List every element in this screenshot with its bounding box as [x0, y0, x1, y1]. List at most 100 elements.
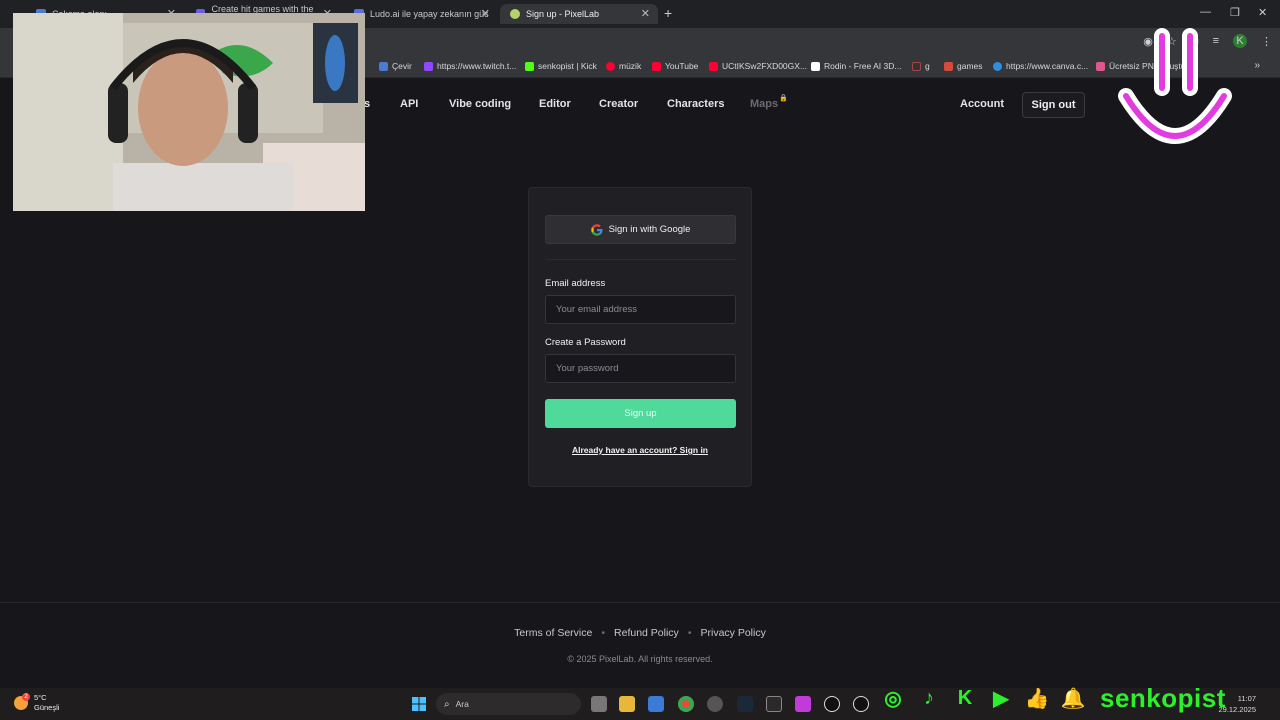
youtube-icon: [652, 61, 661, 71]
bookmark-item[interactable]: Rodin - Free AI 3D...: [811, 61, 901, 71]
unreal-engine-icon[interactable]: [824, 696, 840, 712]
chrome-icon[interactable]: [678, 696, 694, 712]
sign-up-button[interactable]: Sign up: [545, 399, 736, 428]
epic-games-icon[interactable]: [766, 696, 782, 712]
bookmark-item[interactable]: https://www.canva.c...: [993, 61, 1088, 71]
bookmark-item[interactable]: Çevir: [379, 61, 412, 71]
youtube-music-icon: [606, 61, 615, 71]
lock-icon: 🔒: [779, 95, 788, 102]
app-icon[interactable]: [707, 696, 723, 712]
bookmark-item[interactable]: senkopist | Kick: [525, 61, 597, 71]
games-icon: [944, 61, 953, 71]
signup-card: Sign in with Google Email address Create…: [528, 187, 752, 487]
sign-in-link[interactable]: Already have an account? Sign in: [529, 445, 751, 455]
search-icon: ⌕: [444, 698, 450, 710]
nav-item-api[interactable]: API: [400, 98, 418, 110]
bookmark-item[interactable]: https://www.twitch.t...: [424, 61, 516, 71]
refund-link[interactable]: Refund Policy: [614, 627, 679, 639]
tiktok-icon: ♪: [924, 687, 934, 709]
email-label: Email address: [545, 278, 606, 289]
footer-links: Terms of Service • Refund Policy • Priva…: [0, 627, 1280, 639]
bookmark-label: Rodin - Free AI 3D...: [824, 61, 902, 71]
tab-close-icon[interactable]: ✕: [641, 7, 650, 20]
weather-temp: 5°C: [34, 693, 47, 702]
email-field[interactable]: [545, 295, 736, 324]
canva-icon: [993, 61, 1002, 71]
steam-icon[interactable]: [737, 696, 753, 712]
bookmark-item[interactable]: g: [912, 61, 930, 71]
terms-link[interactable]: Terms of Service: [514, 627, 592, 639]
bookmark-label: games: [957, 61, 983, 71]
bookmark-label: YouTube: [665, 61, 699, 71]
password-label: Create a Password: [545, 337, 626, 348]
browser-tab-active[interactable]: Sign up - PixelLab ✕: [500, 4, 658, 24]
youtube-icon: [709, 61, 718, 71]
bell-icon: 🔔: [1060, 688, 1086, 710]
bookmark-label: UCtIKSw2FXD00GX...: [722, 61, 808, 71]
bookmark-label: https://www.canva.c...: [1006, 61, 1089, 71]
separator-dot: •: [687, 627, 692, 639]
bookmark-label: https://www.twitch.t...: [437, 61, 517, 71]
google-icon: [590, 223, 603, 236]
tab-label: Ludo.ai ile yapay zekanın gücüyle...: [370, 9, 488, 19]
ki-icon: [912, 61, 921, 71]
nav-item-editor[interactable]: Editor: [539, 98, 571, 110]
sun-icon: 2: [14, 693, 30, 710]
task-view-icon[interactable]: [591, 696, 607, 712]
window-close-icon[interactable]: ✕: [1258, 6, 1267, 19]
unreal-engine-icon[interactable]: [853, 696, 869, 712]
sign-out-button[interactable]: Sign out: [1022, 92, 1085, 118]
tab-close-icon[interactable]: ✕: [481, 7, 490, 20]
minimize-icon[interactable]: —: [1200, 6, 1211, 18]
channel-name: senkopist: [1100, 683, 1226, 713]
twitch-icon: [424, 61, 433, 71]
account-link[interactable]: Account: [960, 98, 1004, 110]
bookmark-item[interactable]: müzik: [606, 61, 641, 71]
copyright-text: © 2025 PixelLab. All rights reserved.: [567, 654, 713, 664]
search-label: Ara: [455, 699, 469, 709]
file-explorer-icon[interactable]: [619, 696, 635, 712]
bookmark-label: senkopist | Kick: [538, 61, 597, 71]
notification-badge: 2: [22, 693, 30, 701]
separator-dot: •: [601, 627, 606, 639]
maximize-icon[interactable]: ❐: [1230, 6, 1240, 19]
divider: [545, 259, 736, 260]
new-tab-icon[interactable]: +: [664, 5, 672, 21]
nav-item-creator[interactable]: Creator: [599, 98, 638, 110]
footer-divider: [0, 602, 1280, 603]
kick-icon: K: [957, 687, 973, 709]
social-overlay: ◎ ♪ K ▶ 👍 🔔 senkopist: [880, 683, 1226, 714]
nav-item-maps[interactable]: Maps: [750, 98, 778, 110]
app-icon[interactable]: [795, 696, 811, 712]
bookmark-label: g: [925, 61, 930, 71]
nav-item-vibe-coding[interactable]: Vibe coding: [449, 98, 511, 110]
store-icon[interactable]: [648, 696, 664, 712]
bookmark-item[interactable]: YouTube: [652, 61, 698, 71]
google-signin-button[interactable]: Sign in with Google: [545, 215, 736, 244]
menu-icon[interactable]: ⋮: [1261, 35, 1272, 48]
google-signin-label: Sign in with Google: [608, 224, 691, 235]
weather-widget[interactable]: 2 5°C Güneşli: [14, 693, 59, 713]
privacy-link[interactable]: Privacy Policy: [701, 627, 766, 639]
taskbar-search[interactable]: ⌕ Ara: [436, 693, 581, 715]
rodin-icon: [811, 61, 820, 71]
pixellab-favicon-icon: [510, 9, 520, 19]
bookmarks-overflow-icon[interactable]: »: [1254, 60, 1260, 71]
tab-label: Sign up - PixelLab: [526, 9, 600, 19]
png-icon: [1096, 61, 1105, 71]
password-field[interactable]: [545, 354, 736, 383]
bookmark-item[interactable]: games: [944, 61, 983, 71]
webcam-feed-image: [13, 13, 365, 211]
windows-start-icon[interactable]: [411, 696, 427, 712]
bookmark-label: müzik: [619, 61, 642, 71]
bookmark-item[interactable]: UCtIKSw2FXD00GX...: [709, 61, 807, 71]
webcam-overlay: [13, 13, 365, 211]
bookmark-label: Çevir: [392, 61, 412, 71]
smiley-overlay-icon: [1118, 28, 1232, 144]
browser-tab[interactable]: Ludo.ai ile yapay zekanın gücüyle... ✕: [344, 4, 498, 24]
nav-item-characters[interactable]: Characters: [667, 98, 724, 110]
instagram-icon: ◎: [884, 688, 902, 710]
thumbs-up-icon: 👍: [1024, 688, 1050, 710]
youtube-icon: ▶: [993, 688, 1009, 710]
kick-icon: [525, 61, 534, 71]
